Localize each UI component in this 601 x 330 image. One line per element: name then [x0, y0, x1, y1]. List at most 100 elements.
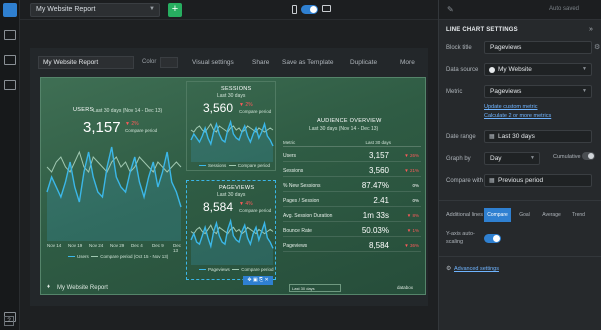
yaxis-autoscale-toggle[interactable]: [484, 234, 501, 243]
settings-title: LINE CHART SETTINGS: [446, 27, 518, 33]
reports-icon[interactable]: [4, 80, 16, 90]
calendar-icon: ▦: [489, 134, 495, 140]
share-button[interactable]: Share: [252, 59, 269, 66]
pageviews-compare: Compare period: [239, 208, 272, 213]
yaxis-label-line1: Y-axis auto-: [446, 231, 475, 237]
graph-by-select[interactable]: Day ▼: [484, 152, 540, 165]
help-icon[interactable]: ?: [4, 316, 14, 326]
sessions-line-chart: [190, 119, 274, 162]
datasource-icon: [489, 67, 495, 73]
sessions-legend-current: Sessions: [208, 163, 227, 168]
settings-panel: ✎ Auto saved LINE CHART SETTINGS » Block…: [438, 0, 601, 330]
chevron-down-icon: ▼: [582, 66, 587, 72]
table-row: Users 3,157 ▼ 26%: [283, 149, 421, 162]
row-delta: 0%: [412, 183, 419, 188]
metric-select[interactable]: Pageviews ▼: [484, 85, 592, 98]
users-title: USERS: [73, 107, 94, 113]
pageviews-legend: Pageviews Compare period: [199, 267, 274, 272]
sessions-title: SESSIONS: [221, 86, 252, 92]
users-period: Last 30 days (Nov 14 - Dec 13): [93, 108, 163, 114]
audience-period: Last 30 days (Nov 14 - Dec 13): [309, 126, 379, 132]
advanced-settings-link[interactable]: Advanced settings: [454, 266, 499, 272]
color-picker[interactable]: [160, 57, 178, 68]
row-value: 2.41: [373, 196, 389, 205]
pageviews-period: Last 30 days: [217, 192, 246, 198]
report-selector[interactable]: My Website Report ▼: [30, 3, 160, 17]
save-template-button[interactable]: Save as Template: [282, 59, 334, 66]
pageviews-datablock[interactable]: PAGEVIEWS Last 30 days 8,584 ▼ 4% Compar…: [186, 180, 276, 280]
dashboard-icon[interactable]: [4, 30, 16, 40]
sessions-legend-compare: Compare period: [237, 163, 271, 168]
metric-label: Metric: [446, 89, 463, 95]
dashboard-footer: ♦ My Website Report Last 30 days databox: [47, 284, 422, 294]
yaxis-label-line2: scaling: [446, 239, 464, 245]
cumulative-label: Cumulative: [553, 154, 581, 160]
row-value: 1m 33s: [362, 211, 389, 220]
cumulative-toggle[interactable]: [582, 152, 595, 160]
row-value: 3,560: [368, 166, 389, 175]
tab-goal[interactable]: Goal: [511, 208, 538, 222]
row-value: 87.47%: [361, 181, 389, 190]
mobile-icon[interactable]: [292, 5, 297, 14]
sessions-period: Last 30 days: [217, 93, 246, 99]
collapse-icon[interactable]: »: [589, 26, 593, 33]
pageviews-line-chart: [190, 218, 274, 265]
users-x-tick: Dec 4: [131, 243, 143, 248]
row-delta: ▼ 21%: [404, 168, 419, 173]
table-row: Pages / Session 2.41 0%: [283, 194, 421, 207]
row-metric: Sessions: [283, 168, 304, 174]
data-source-value: My Website: [498, 66, 532, 73]
compare-with-select[interactable]: ▦ Previous period: [484, 174, 592, 187]
row-delta: ▼ 8%: [406, 213, 419, 218]
table-row: Bounce Rate 50.03% ▼ 1%: [283, 224, 421, 237]
dashboard-preview: USERS Last 30 days (Nov 14 - Dec 13) 3,1…: [40, 77, 426, 295]
gear-icon: ⚙: [446, 266, 452, 272]
table-row: Pageviews 8,584 ▼ 36%: [283, 239, 421, 252]
pageviews-delta: ▼ 4%: [239, 201, 253, 207]
tab-trend[interactable]: Trend: [565, 208, 592, 222]
row-delta: ▼ 36%: [404, 243, 419, 248]
databox-logo[interactable]: [3, 3, 17, 17]
dashboard-toolbar: My Website Report Color Visual settings …: [30, 54, 428, 72]
audience-overview-datablock[interactable]: AUDIENCE OVERVIEW Last 30 days (Nov 14 -…: [279, 81, 424, 264]
compare-with-label: Compare with: [446, 178, 484, 184]
table-row: Sessions 3,560 ▼ 21%: [283, 164, 421, 177]
users-compare: Compare period: [125, 128, 158, 133]
pencil-icon[interactable]: ✎: [447, 5, 457, 15]
users-datablock[interactable]: USERS Last 30 days (Nov 14 - Dec 13) 3,1…: [43, 81, 183, 264]
divider: [439, 256, 601, 257]
users-x-tick: Nov 29: [110, 243, 125, 248]
block-title-input[interactable]: Pageviews: [484, 41, 592, 54]
block-title-label: Block title: [446, 45, 472, 51]
tab-compare[interactable]: Compare: [484, 208, 511, 222]
chevron-down-icon: ▼: [530, 155, 535, 161]
duplicate-button[interactable]: Duplicate: [350, 59, 377, 66]
view-switch[interactable]: [301, 5, 318, 14]
visual-settings-button[interactable]: Visual settings: [192, 59, 234, 66]
date-range-select[interactable]: ▦ Last 30 days: [484, 130, 592, 143]
settings-topbar: ✎ Auto saved: [439, 0, 601, 20]
row-metric: % New Sessions: [283, 183, 321, 189]
additional-lines-label: Additional lines: [446, 212, 483, 218]
device-view-toggle[interactable]: [292, 4, 332, 16]
calculate-metrics-link[interactable]: Calculate 2 or more metrics: [484, 113, 551, 119]
desktop-icon[interactable]: [322, 5, 331, 12]
more-button[interactable]: More: [400, 59, 415, 66]
data-source-select[interactable]: My Website ▼: [484, 63, 592, 76]
dashboard-name-input[interactable]: My Website Report: [38, 56, 134, 69]
metrics-icon[interactable]: [4, 55, 16, 65]
sessions-datablock[interactable]: SESSIONS Last 30 days 3,560 ▼ 2% Compare…: [186, 81, 276, 171]
row-metric: Users: [283, 153, 297, 159]
lightbulb-icon: ♦: [47, 284, 51, 290]
gear-icon[interactable]: ⚙: [594, 43, 600, 51]
add-report-button[interactable]: +: [168, 3, 182, 17]
row-delta: ▼ 26%: [404, 153, 419, 158]
metric-value: Pageviews: [490, 88, 522, 95]
tab-average[interactable]: Average: [538, 208, 565, 222]
update-custom-metric-link[interactable]: Update custom metric: [484, 104, 538, 110]
footer-time-interval[interactable]: Last 30 days: [289, 284, 341, 292]
table-row: % New Sessions 87.47% 0%: [283, 179, 421, 192]
audience-table-header: Metric Last 30 days: [283, 138, 421, 147]
calendar-icon: ▦: [489, 178, 495, 184]
top-bar: My Website Report ▼ +: [20, 0, 438, 20]
